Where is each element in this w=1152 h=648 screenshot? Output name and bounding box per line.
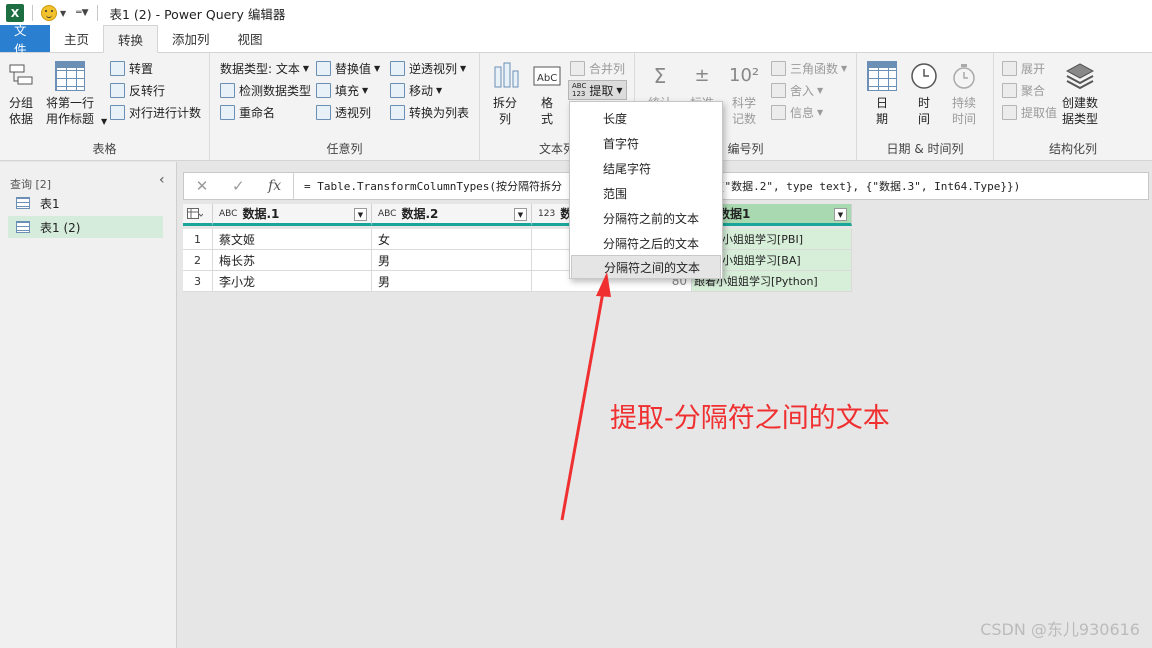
annotation-arrow <box>560 272 611 521</box>
watermark: CSDN @东儿930616 <box>980 620 1140 639</box>
annotation-text: 提取-分隔符之间的文本 <box>610 403 890 434</box>
